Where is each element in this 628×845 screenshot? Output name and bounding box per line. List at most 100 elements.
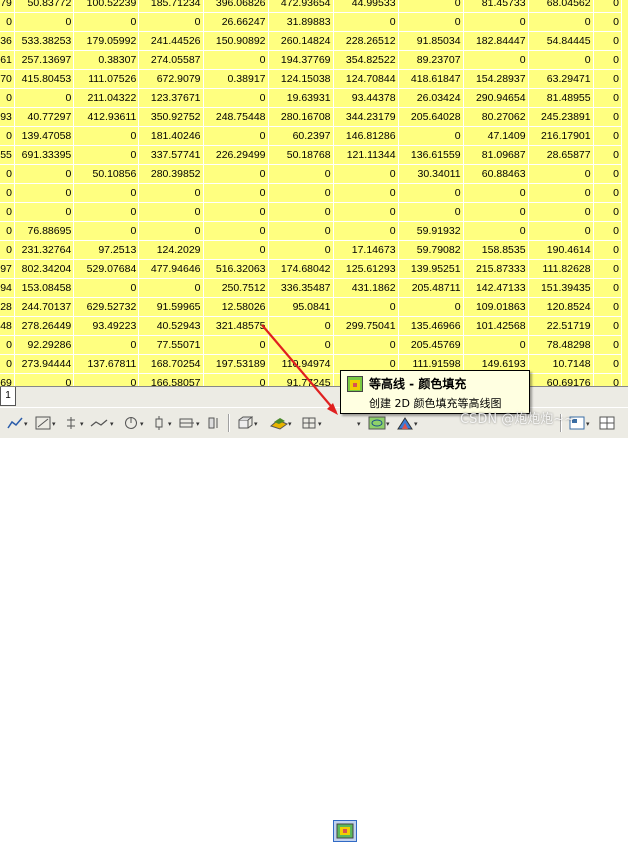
table-cell[interactable]: 0	[398, 183, 464, 203]
table-cell[interactable]: 89.23707	[398, 50, 464, 70]
table-cell[interactable]: 0	[14, 88, 75, 108]
area-icon[interactable]	[88, 413, 110, 433]
table-cell[interactable]: 135.46966	[398, 316, 464, 336]
wireframe-icon[interactable]	[298, 413, 320, 433]
table-cell[interactable]: 0	[0, 240, 15, 260]
table-cell[interactable]: 0	[528, 202, 594, 222]
contour-line-icon[interactable]	[366, 413, 388, 433]
table-cell[interactable]: 0	[268, 164, 334, 184]
table-cell[interactable]: 472.93654	[268, 0, 334, 13]
table-cell[interactable]: 477.94646	[138, 259, 204, 279]
table-cell[interactable]: 151.39435	[528, 278, 594, 298]
table-cell[interactable]: 0	[14, 202, 75, 222]
table-cell[interactable]: 0	[593, 183, 623, 203]
table-cell[interactable]: 40.77297	[14, 107, 75, 127]
table-cell[interactable]: 0	[463, 12, 529, 32]
table-cell[interactable]: 396.06826	[203, 0, 269, 13]
table-cell[interactable]: 0	[463, 183, 529, 203]
table-cell[interactable]: 337.57741	[138, 145, 204, 165]
table-cell[interactable]: 415.80453	[14, 69, 75, 89]
table-cell[interactable]: 0	[333, 202, 399, 222]
table-cell[interactable]: 0	[593, 335, 623, 355]
table-cell[interactable]: 0.38307	[73, 50, 140, 70]
table-cell[interactable]: 0	[0, 354, 15, 374]
table-cell[interactable]: 0	[333, 297, 399, 317]
table-cell[interactable]: 150.90892	[203, 31, 269, 51]
table-cell[interactable]: 897	[0, 259, 15, 279]
table-cell[interactable]: 0	[593, 126, 623, 146]
table-cell[interactable]: 154.28937	[463, 69, 529, 89]
table-cell[interactable]: 0	[593, 69, 623, 89]
table-cell[interactable]: 672.9079	[138, 69, 204, 89]
table-cell[interactable]: 12.58026	[203, 297, 269, 317]
table-cell[interactable]: 0	[593, 0, 623, 13]
table-cell[interactable]: 181.40246	[138, 126, 204, 146]
chevron-down-icon[interactable]: ▾	[52, 421, 58, 428]
table-cell[interactable]: 0	[73, 12, 140, 32]
table-cell[interactable]: 190.4614	[528, 240, 594, 260]
table-cell[interactable]: 593	[0, 107, 15, 127]
table-cell[interactable]: 174.68042	[268, 259, 334, 279]
table-cell[interactable]: 280.39852	[138, 164, 204, 184]
chevron-down-icon[interactable]: ▾	[254, 421, 260, 428]
table-cell[interactable]: 81.48955	[528, 88, 594, 108]
table-cell[interactable]: 0	[203, 221, 269, 241]
table-cell[interactable]: 124.70844	[333, 69, 399, 89]
table-cell[interactable]: 31.89883	[268, 12, 334, 32]
table-cell[interactable]: 215.87333	[463, 259, 529, 279]
table-cell[interactable]: 0	[398, 202, 464, 222]
table-cell[interactable]: 0	[73, 202, 140, 222]
table-cell[interactable]: 0	[593, 259, 623, 279]
table-cell[interactable]: 81.45733	[463, 0, 529, 13]
table-cell[interactable]: 0	[268, 202, 334, 222]
table-cell[interactable]: 0	[333, 183, 399, 203]
table-cell[interactable]: 0	[398, 126, 464, 146]
table-cell[interactable]: 197.53189	[203, 354, 269, 374]
table-cell[interactable]: 137.67811	[73, 354, 140, 374]
table-cell[interactable]: 168.70254	[138, 354, 204, 374]
table-cell[interactable]: 44.99533	[333, 0, 399, 13]
table-cell[interactable]: 354.82522	[333, 50, 399, 70]
table-cell[interactable]: 0	[333, 12, 399, 32]
surface-icon[interactable]	[268, 413, 290, 433]
chevron-down-icon[interactable]: ▾	[357, 421, 363, 428]
table-cell[interactable]: 516.32063	[203, 259, 269, 279]
table-cell[interactable]: 241.44526	[138, 31, 204, 51]
chevron-down-icon[interactable]: ▾	[414, 421, 420, 428]
table-cell[interactable]: 0	[0, 164, 15, 184]
table-cell[interactable]: 0	[73, 221, 140, 241]
table-cell[interactable]: 109.01863	[463, 297, 529, 317]
table-cell[interactable]: 78.48298	[528, 335, 594, 355]
table-cell[interactable]: 50.18768	[268, 145, 334, 165]
table-cell[interactable]: 0	[593, 202, 623, 222]
table-cell[interactable]: 0	[593, 240, 623, 260]
table-cell[interactable]: 139.47058	[14, 126, 75, 146]
table-cell[interactable]: 22.51719	[528, 316, 594, 336]
table-cell[interactable]: 248.75448	[203, 107, 269, 127]
table-cell[interactable]: 629.52732	[73, 297, 140, 317]
table-cell[interactable]: 211.04322	[73, 88, 140, 108]
table-cell[interactable]: 0	[463, 50, 529, 70]
table-cell[interactable]: 69	[0, 373, 15, 386]
table-cell[interactable]: 101.42568	[463, 316, 529, 336]
table-cell[interactable]: 91.77245	[268, 373, 334, 386]
table-cell[interactable]: 273.94444	[14, 354, 75, 374]
table-cell[interactable]: 0	[593, 297, 623, 317]
table-cell[interactable]: 0	[593, 354, 623, 374]
table-cell[interactable]: 0	[268, 316, 334, 336]
contour-color-fill-button[interactable]	[333, 820, 357, 842]
table-cell[interactable]: 0	[14, 164, 75, 184]
table-cell[interactable]: 0	[138, 183, 204, 203]
table-cell[interactable]: 0	[333, 221, 399, 241]
table-cell[interactable]: 110.94974	[268, 354, 334, 374]
table-cell[interactable]: 0	[398, 297, 464, 317]
table-cell[interactable]: 0	[398, 0, 464, 13]
table-cell[interactable]: 123.37671	[138, 88, 204, 108]
table-cell[interactable]: 0	[398, 12, 464, 32]
table-cell[interactable]: 0	[593, 50, 623, 70]
table-cell[interactable]: 0	[14, 12, 75, 32]
table-cell[interactable]: 0	[203, 126, 269, 146]
line-plot-icon[interactable]	[4, 413, 26, 433]
table-cell[interactable]: 0	[203, 50, 269, 70]
polar-icon[interactable]	[204, 413, 226, 433]
